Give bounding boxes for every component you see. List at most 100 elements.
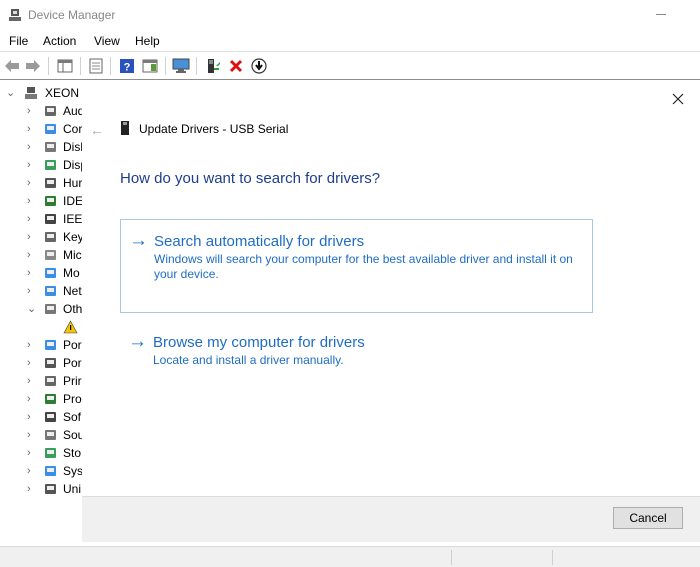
menu-file[interactable]: File	[9, 34, 28, 48]
tree-item[interactable]: › Disp	[0, 156, 82, 174]
chevron-right-icon[interactable]: ›	[27, 177, 37, 189]
chevron-right-icon[interactable]: ›	[27, 123, 37, 135]
search-automatically-option[interactable]: → Search automatically for drivers Windo…	[120, 219, 593, 313]
computer-icon	[45, 124, 56, 134]
chevron-right-icon[interactable]: ›	[27, 141, 37, 153]
usb-controller-icon	[45, 484, 56, 494]
arrow-right-icon: →	[128, 331, 147, 352]
close-icon[interactable]	[670, 91, 686, 107]
title-bar: Device Manager	[0, 0, 700, 30]
update-driver-icon[interactable]	[204, 57, 222, 75]
tree-item-label: Sof	[63, 410, 82, 424]
tree-root[interactable]: ⌄ XEON	[0, 84, 82, 102]
chevron-right-icon[interactable]: ›	[27, 429, 37, 441]
keyboard-icon	[45, 232, 56, 242]
computer-root-icon	[25, 87, 37, 99]
chevron-right-icon[interactable]: ›	[27, 339, 37, 351]
tree-item[interactable]: › Por	[0, 354, 82, 372]
forward-arrow-icon[interactable]	[24, 57, 42, 75]
minimize-button[interactable]	[656, 14, 666, 15]
chevron-right-icon[interactable]: ›	[27, 159, 37, 171]
chevron-right-icon[interactable]: ›	[27, 411, 37, 423]
tree-item[interactable]: › Mic	[0, 246, 82, 264]
option-description: Windows will search your computer for th…	[154, 252, 573, 281]
tree-item[interactable]: › Key	[0, 228, 82, 246]
tree-item[interactable]: › Uni	[0, 480, 82, 498]
chevron-right-icon[interactable]: ›	[27, 465, 37, 477]
scan-hardware-icon[interactable]	[172, 57, 190, 75]
dialog-footer: Cancel	[82, 496, 700, 542]
tree-item[interactable]: › Sou	[0, 426, 82, 444]
ports-icon	[45, 358, 56, 368]
tree-item[interactable]: › IEEE	[0, 210, 82, 228]
chevron-down-icon[interactable]: ⌄	[6, 87, 16, 99]
update-drivers-dialog: ← Update Drivers - USB Serial How do you…	[82, 85, 700, 542]
tree-item[interactable]: › Syst	[0, 462, 82, 480]
tree-item[interactable]: › Sof	[0, 408, 82, 426]
tree-item[interactable]: › Net	[0, 282, 82, 300]
device-manager-icon	[9, 9, 21, 21]
tree-item[interactable]	[0, 318, 82, 336]
tree-item-label: Por	[63, 338, 82, 352]
tree-item-label: Aud	[63, 104, 82, 118]
chevron-right-icon[interactable]: ›	[27, 213, 37, 225]
chevron-down-icon[interactable]: ⌄	[27, 303, 37, 315]
tree-item[interactable]: › Por	[0, 336, 82, 354]
chevron-right-icon[interactable]: ›	[27, 447, 37, 459]
chevron-right-icon[interactable]: ›	[27, 285, 37, 297]
portable-device-icon	[45, 340, 56, 350]
tree-item-label: Oth	[63, 302, 82, 316]
option-title: Search automatically for drivers	[154, 233, 365, 250]
tree-item[interactable]: › Cor	[0, 120, 82, 138]
device-tree: ⌄ XEON › Aud › Cor › Disl › Disp › Hur › IDE › IEEE › K…	[0, 82, 82, 542]
tree-item[interactable]: ⌄ Oth	[0, 300, 82, 318]
processor-icon	[45, 394, 56, 404]
tree-root-label: XEON	[45, 86, 80, 100]
cancel-button[interactable]: Cancel	[613, 507, 683, 529]
print-queue-icon	[45, 376, 56, 386]
tree-item-label: Cor	[63, 122, 82, 136]
tree-item[interactable]: › Aud	[0, 102, 82, 120]
chevron-right-icon[interactable]: ›	[27, 483, 37, 495]
system-devices-icon	[45, 466, 56, 476]
toolbar: ?	[0, 52, 700, 80]
tree-item[interactable]: › Pro	[0, 390, 82, 408]
tree-item[interactable]: › Sto	[0, 444, 82, 462]
chevron-right-icon[interactable]: ›	[27, 105, 37, 117]
menu-action[interactable]: Action	[43, 34, 76, 48]
tree-item-label: IDE	[63, 194, 82, 208]
chevron-right-icon[interactable]: ›	[27, 393, 37, 405]
display-adapter-icon	[45, 160, 56, 170]
hid-icon	[45, 178, 56, 188]
tree-item[interactable]: › Prir	[0, 372, 82, 390]
uninstall-icon[interactable]	[227, 57, 245, 75]
properties-icon[interactable]	[87, 57, 105, 75]
warning-device-icon	[63, 320, 78, 334]
tree-item-label: Pro	[63, 392, 82, 406]
tree-item-label: Sou	[63, 428, 82, 442]
disable-device-icon[interactable]	[250, 57, 268, 75]
menu-view[interactable]: View	[94, 34, 120, 48]
menu-help[interactable]: Help	[135, 34, 160, 48]
ieee1394-icon	[45, 214, 56, 224]
tree-item-label: Disl	[63, 140, 82, 154]
chevron-right-icon[interactable]: ›	[27, 375, 37, 387]
usb-device-icon	[121, 121, 129, 135]
chevron-right-icon[interactable]: ›	[27, 231, 37, 243]
help-icon[interactable]: ?	[118, 57, 136, 75]
action-pane-icon[interactable]	[141, 57, 159, 75]
show-hide-console-tree-icon[interactable]	[56, 57, 74, 75]
tree-item[interactable]: › IDE	[0, 192, 82, 210]
ide-controller-icon	[45, 196, 56, 206]
chevron-right-icon[interactable]: ›	[27, 357, 37, 369]
dialog-title: Update Drivers - USB Serial	[139, 122, 289, 136]
chevron-right-icon[interactable]: ›	[27, 267, 37, 279]
tree-item[interactable]: › Mo	[0, 264, 82, 282]
chevron-right-icon[interactable]: ›	[27, 249, 37, 261]
tree-item[interactable]: › Hur	[0, 174, 82, 192]
back-arrow-icon[interactable]: ←	[90, 122, 104, 138]
chevron-right-icon[interactable]: ›	[27, 195, 37, 207]
tree-item[interactable]: › Disl	[0, 138, 82, 156]
back-arrow-icon[interactable]	[3, 57, 21, 75]
browse-computer-option[interactable]: → Browse my computer for drivers Locate …	[120, 321, 593, 373]
